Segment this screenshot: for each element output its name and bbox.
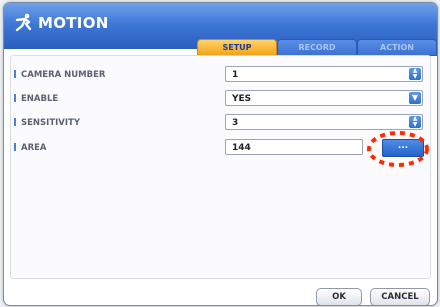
enable-label: ENABLE	[14, 94, 58, 104]
area-label: AREA	[14, 143, 47, 153]
sensitivity-label: SENSITIVITY	[14, 118, 80, 128]
ok-button[interactable]: OK	[316, 288, 362, 305]
spinner-arrows-icon[interactable]: ▲ ▼	[409, 68, 421, 80]
chevron-down-icon[interactable]: ▼	[409, 92, 421, 104]
camera-number-spinner[interactable]: 1 ▲ ▼	[225, 66, 423, 82]
sensitivity-spinner[interactable]: 3 ▲ ▼	[225, 114, 423, 130]
running-person-icon	[15, 13, 32, 32]
camera-number-label: CAMERA NUMBER	[14, 70, 105, 80]
area-setup-button[interactable]: ...	[382, 139, 424, 157]
cancel-button[interactable]: CANCEL	[370, 288, 430, 305]
window-title: MOTION	[38, 14, 109, 32]
area-value: 144	[232, 143, 251, 153]
tab-action[interactable]: ACTION	[357, 39, 437, 56]
title-bar: MOTION SETUP RECORD ACTION	[4, 3, 437, 56]
tab-setup[interactable]: SETUP	[197, 39, 277, 56]
area-field: 144	[225, 139, 363, 155]
enable-dropdown[interactable]: YES ▼	[225, 90, 423, 106]
motion-dialog: MOTION SETUP RECORD ACTION CAMERA NUMBER…	[3, 2, 438, 306]
sensitivity-value: 3	[232, 118, 239, 128]
settings-panel	[10, 55, 431, 279]
camera-number-value: 1	[232, 70, 239, 80]
enable-value: YES	[232, 94, 252, 104]
tab-record[interactable]: RECORD	[277, 39, 357, 56]
spinner-arrows-icon[interactable]: ▲ ▼	[409, 116, 421, 128]
